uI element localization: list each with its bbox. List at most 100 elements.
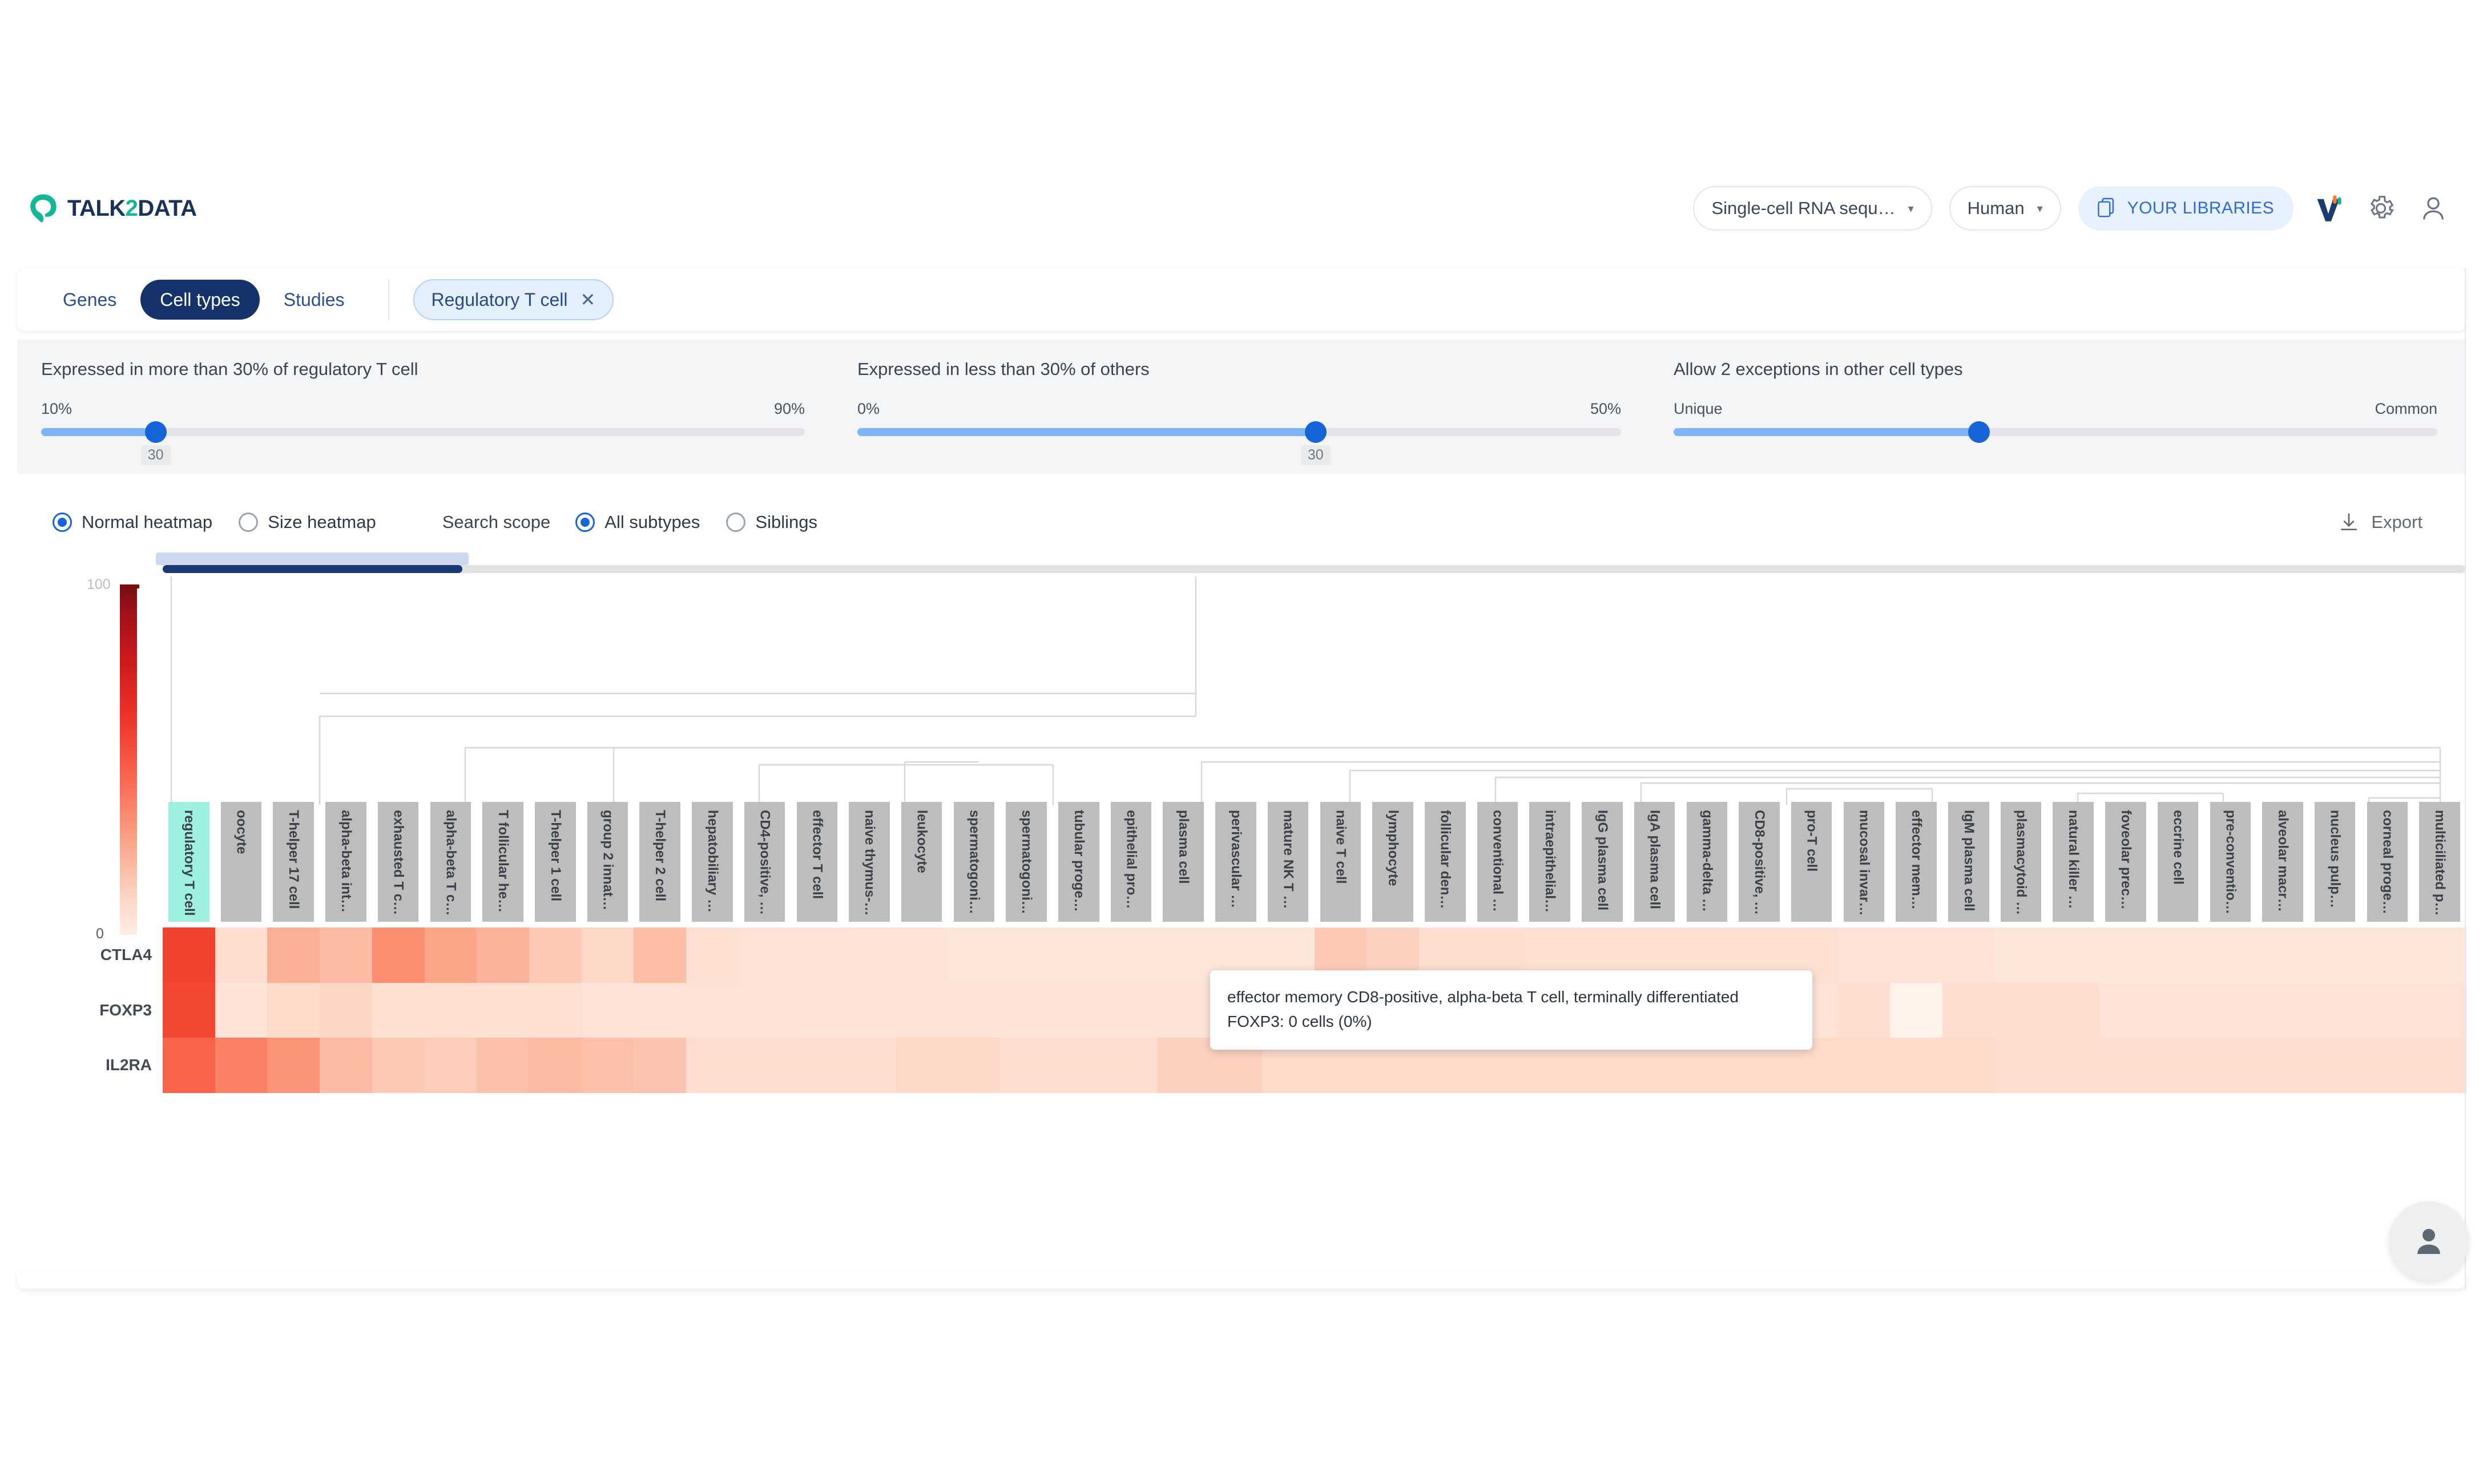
heatmap-cell[interactable] <box>581 1038 634 1093</box>
horizontal-scrollbar[interactable] <box>156 553 2466 573</box>
heatmap-cell[interactable] <box>1157 1038 1210 1093</box>
cell-type-column-header[interactable]: IgM plasma cell <box>1948 802 1989 922</box>
selected-cell-type-chip[interactable]: Regulatory T cell ✕ <box>413 279 614 320</box>
heatmap-cell[interactable] <box>791 1038 844 1093</box>
heatmap-cell[interactable] <box>1052 1038 1106 1093</box>
heatmap-cell[interactable] <box>477 1038 530 1093</box>
heatmap-cell[interactable] <box>791 928 844 983</box>
scrollbar-thumb[interactable] <box>163 565 462 573</box>
heatmap-cell[interactable] <box>686 1038 739 1093</box>
gene-row-label[interactable]: CTLA4 <box>100 928 152 983</box>
heatmap-cell[interactable] <box>843 1038 896 1093</box>
cell-type-column-header[interactable]: effector memory CD… <box>1896 802 1937 922</box>
heatmap-cell[interactable] <box>2256 928 2309 983</box>
heatmap-cell[interactable] <box>267 982 320 1038</box>
heatmap-cell[interactable] <box>581 982 634 1038</box>
heatmap-cell[interactable] <box>1052 982 1106 1038</box>
heatmap-cell[interactable] <box>1994 982 2047 1038</box>
cell-type-column-header[interactable]: mucosal invariant … <box>1843 802 1885 922</box>
assay-select[interactable]: Single-cell RNA sequ… ▾ <box>1693 186 1932 231</box>
heatmap-cell[interactable] <box>2204 982 2257 1038</box>
heatmap-cell[interactable] <box>267 928 320 983</box>
cell-type-column-header[interactable]: intraepithelial ly… <box>1529 802 1570 922</box>
heatmap-cell[interactable] <box>1000 1038 1053 1093</box>
exceptions-slider[interactable] <box>1674 421 2437 443</box>
heatmap-cell[interactable] <box>1105 1038 1158 1093</box>
heatmap-cell[interactable] <box>843 982 896 1038</box>
heatmap-cell[interactable] <box>215 1038 268 1093</box>
heatmap-cell[interactable] <box>1000 982 1053 1038</box>
app-logo[interactable]: TALK2DATA <box>27 192 197 224</box>
heatmap-cell[interactable] <box>163 1038 216 1093</box>
heatmap-cell[interactable] <box>2151 982 2205 1038</box>
heatmap-cell[interactable] <box>2099 928 2153 983</box>
heatmap-cell[interactable] <box>581 928 634 983</box>
heatmap-cell[interactable] <box>2308 928 2362 983</box>
heatmap-cell[interactable] <box>163 982 216 1038</box>
heatmap-cell[interactable] <box>948 1038 1001 1093</box>
heatmap-cell[interactable] <box>529 982 582 1038</box>
cell-type-column-header[interactable]: foveolar precursor <box>2105 802 2146 922</box>
cell-type-column-header[interactable]: spermatogonium <box>953 802 995 922</box>
heatmap-cell[interactable] <box>1837 1038 1891 1093</box>
heatmap-cell[interactable] <box>372 982 425 1038</box>
cell-type-column-header[interactable]: mature NK T cell <box>1267 802 1309 922</box>
heatmap-cell[interactable] <box>1890 1038 1943 1093</box>
heatmap-cell[interactable] <box>1890 982 1943 1038</box>
slider-thumb[interactable] <box>1304 421 1327 443</box>
radio-normal-heatmap[interactable]: Normal heatmap <box>53 512 212 533</box>
cell-type-column-header[interactable]: follicular dendrit… <box>1424 802 1466 922</box>
heatmap-cell[interactable] <box>2151 928 2205 983</box>
slider-thumb[interactable] <box>144 421 167 443</box>
heatmap-cell[interactable] <box>2361 928 2414 983</box>
expressed-less-slider[interactable]: 30 <box>857 421 1621 465</box>
export-button[interactable]: Export <box>2338 511 2422 533</box>
user-account-fab[interactable] <box>2389 1201 2469 1281</box>
cell-type-column-header[interactable]: spermatogonial ste… <box>1006 802 1047 922</box>
cell-type-column-header[interactable]: T-helper 17 cell <box>273 802 314 922</box>
radio-icon[interactable] <box>575 513 595 532</box>
heatmap-cell[interactable] <box>686 982 739 1038</box>
heatmap-cell[interactable] <box>1942 928 1996 983</box>
gene-row-label[interactable]: IL2RA <box>106 1038 152 1093</box>
cell-type-column-header[interactable]: CD8-positive, alph… <box>1739 802 1780 922</box>
cell-type-column-header[interactable]: CD4-positive, alph… <box>744 802 785 922</box>
heatmap-cell[interactable] <box>1157 928 1210 983</box>
heatmap-cell[interactable] <box>424 982 477 1038</box>
heatmap-cell[interactable] <box>1942 982 1996 1038</box>
cell-type-column-header[interactable]: T-helper 2 cell <box>639 802 680 922</box>
heatmap-cell[interactable] <box>2308 982 2362 1038</box>
cell-type-column-header[interactable]: plasma cell <box>1163 802 1204 922</box>
heatmap-cell[interactable] <box>2047 1038 2100 1093</box>
heatmap-cell[interactable] <box>2413 982 2466 1038</box>
cell-type-column-header[interactable]: exhausted T cell <box>377 802 419 922</box>
cell-type-column-header[interactable]: pre-conventional d… <box>2210 802 2251 922</box>
heatmap-cell[interactable] <box>529 1038 582 1093</box>
radio-siblings[interactable]: Siblings <box>726 512 817 533</box>
heatmap-cell[interactable] <box>1837 928 1891 983</box>
heatmap-cell[interactable] <box>477 982 530 1038</box>
heatmap-cell[interactable] <box>1052 928 1106 983</box>
heatmap-cell[interactable] <box>1837 982 1891 1038</box>
organism-select[interactable]: Human ▾ <box>1949 186 2061 231</box>
heatmap-cell[interactable] <box>948 928 1001 983</box>
cell-type-column-header[interactable]: naive thymus-deriv… <box>849 802 890 922</box>
heatmap-cell[interactable] <box>2099 1038 2153 1093</box>
cell-type-column-header[interactable]: nucleus pulposus p… <box>2314 802 2356 922</box>
heatmap-cell[interactable] <box>477 928 530 983</box>
cell-type-column-header[interactable]: regulatory T cell <box>168 802 209 922</box>
cell-type-column-header[interactable]: gamma-delta T cell <box>1686 802 1728 922</box>
heatmap-cell[interactable] <box>738 928 792 983</box>
heatmap-cell[interactable] <box>738 1038 792 1093</box>
heatmap-cell[interactable] <box>1105 982 1158 1038</box>
cell-type-column-header[interactable]: natural killer cell <box>2053 802 2094 922</box>
cell-type-column-header[interactable]: tubular progenitor… <box>1058 802 1099 922</box>
heatmap-cell[interactable] <box>2361 982 2414 1038</box>
heatmap-cell[interactable] <box>320 928 373 983</box>
heatmap-cell[interactable] <box>1000 928 1053 983</box>
tab-genes[interactable]: Genes <box>43 280 136 320</box>
cell-type-column-header[interactable]: T follicular helpe… <box>482 802 523 922</box>
heatmap-cell[interactable] <box>895 1038 949 1093</box>
cell-type-column-header[interactable]: T-helper 1 cell <box>535 802 576 922</box>
cell-type-column-header[interactable]: lymphocyte <box>1372 802 1413 922</box>
